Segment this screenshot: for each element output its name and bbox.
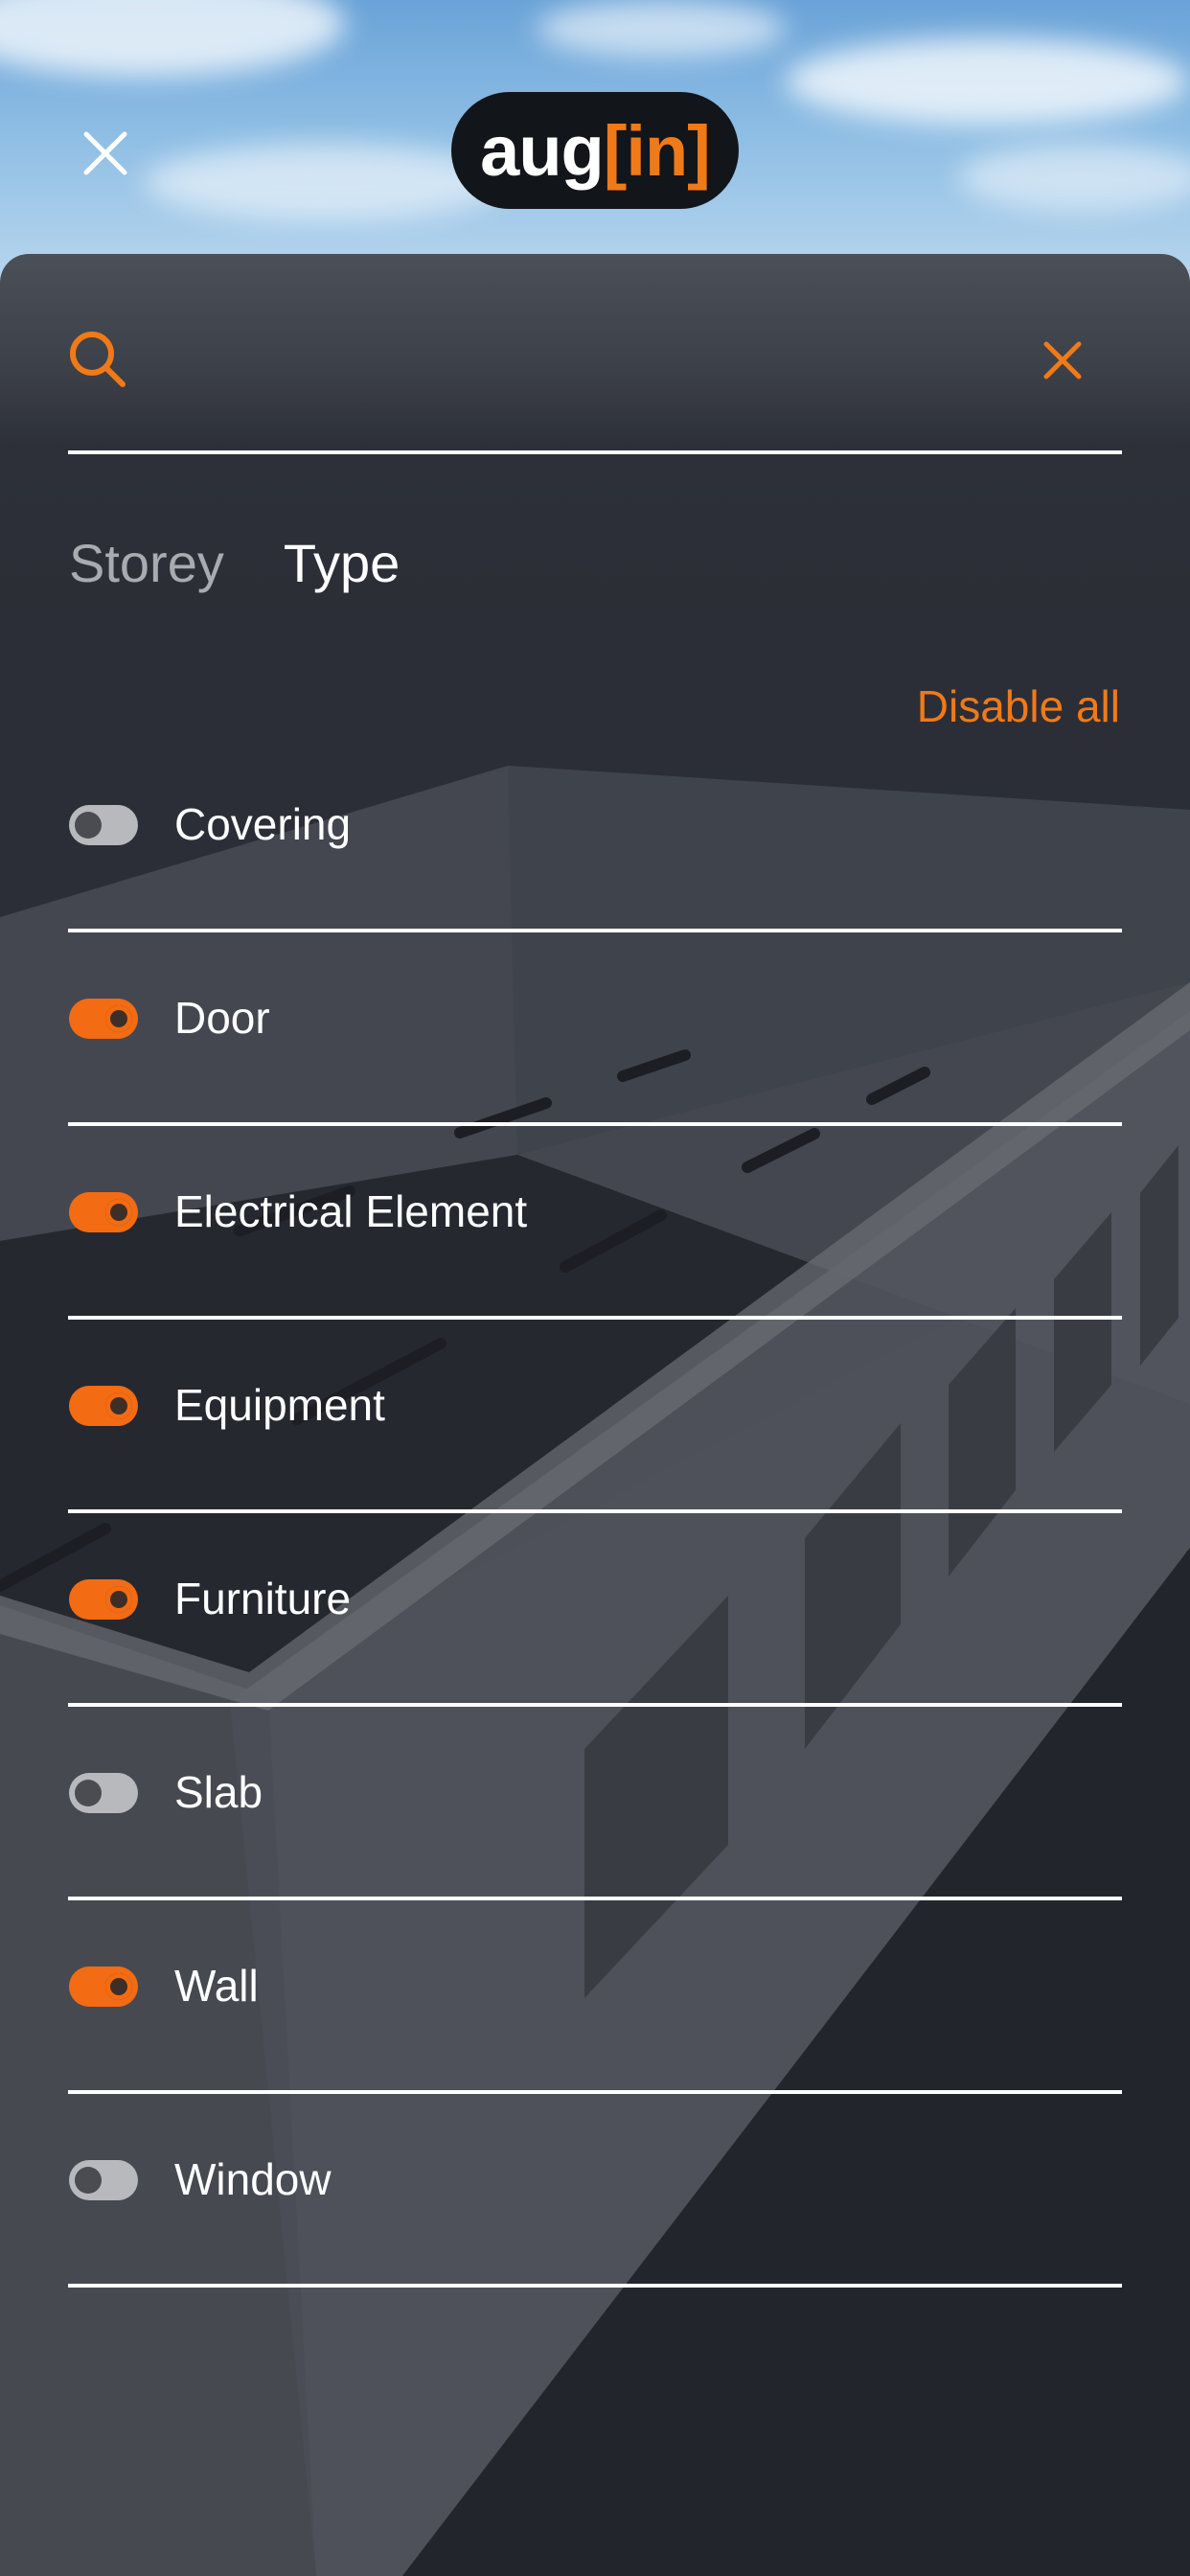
search-icon[interactable] [67, 329, 128, 390]
list-item-wall[interactable]: Wall [0, 1889, 1190, 2082]
clear-search-icon[interactable] [1041, 338, 1085, 382]
toggle-switch[interactable] [69, 805, 138, 845]
list-item-label: Door [174, 993, 270, 1043]
disable-all-button[interactable]: Disable all [917, 680, 1120, 732]
search-input[interactable] [153, 321, 1019, 400]
list-item-label: Covering [174, 799, 352, 849]
list-item-covering[interactable]: Covering [0, 727, 1190, 921]
list-item-label: Window [174, 2154, 332, 2204]
toggle-switch[interactable] [69, 1966, 138, 2007]
toggle-switch[interactable] [69, 1579, 138, 1620]
list-item-window[interactable]: Window [0, 2082, 1190, 2276]
list-item-label: Slab [174, 1767, 263, 1817]
toggle-switch[interactable] [69, 1386, 138, 1426]
search-divider [68, 450, 1122, 454]
list-item-label: Wall [174, 1961, 259, 2011]
toggle-switch[interactable] [69, 2160, 138, 2200]
filter-panel: Storey Type Disable all Covering Door El… [0, 254, 1190, 2576]
search-bar [0, 254, 1190, 455]
list-item-label: Furniture [174, 1574, 352, 1623]
list-item-label: Electrical Element [174, 1186, 528, 1236]
list-item-slab[interactable]: Slab [0, 1695, 1190, 1889]
toggle-switch[interactable] [69, 1192, 138, 1232]
list-item-equipment[interactable]: Equipment [0, 1308, 1190, 1502]
toggle-switch[interactable] [69, 999, 138, 1039]
list-item-door[interactable]: Door [0, 921, 1190, 1115]
list-item-furniture[interactable]: Furniture [0, 1502, 1190, 1695]
filter-tabs: Storey Type [69, 532, 400, 594]
list-item-electrical-element[interactable]: Electrical Element [0, 1115, 1190, 1308]
app-logo: aug[i n] [451, 92, 739, 209]
list-item-label: Equipment [174, 1380, 385, 1430]
toggle-switch[interactable] [69, 1773, 138, 1813]
close-icon[interactable] [77, 125, 134, 182]
tab-storey[interactable]: Storey [69, 532, 224, 594]
row-divider [68, 2284, 1122, 2288]
tab-type[interactable]: Type [284, 532, 400, 594]
